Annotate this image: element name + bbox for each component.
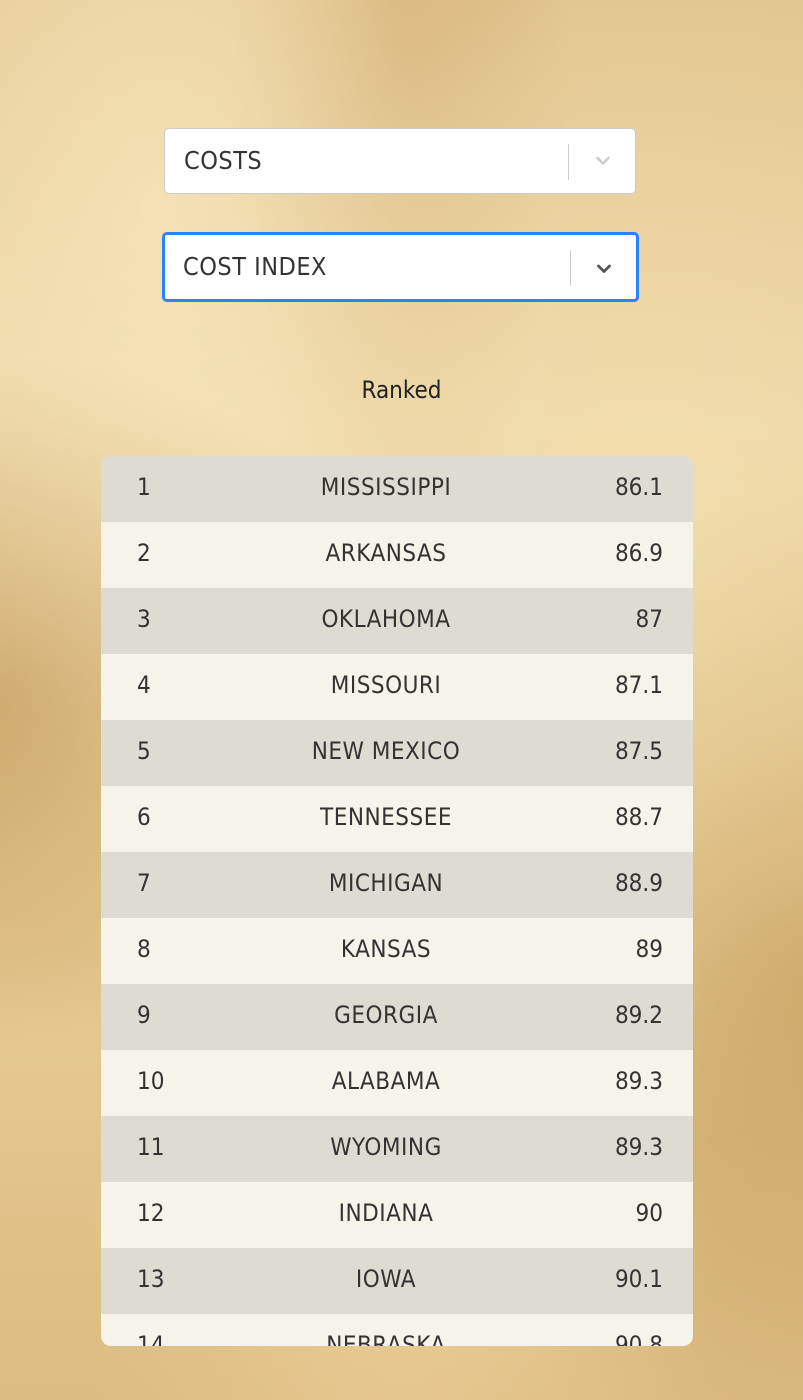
value-cell: 90.1: [614, 1265, 663, 1293]
table-row: 5 NEW MEXICO 87.5: [101, 720, 693, 786]
rank-cell: 14: [137, 1331, 165, 1346]
metric-select-separator: [570, 250, 571, 286]
value-cell: 87.1: [614, 671, 663, 699]
table-row: 14 NEBRASKA 90.8: [101, 1314, 693, 1346]
value-cell: 90: [635, 1199, 663, 1227]
rank-cell: 3: [137, 605, 151, 633]
table-row: 7 MICHIGAN 88.9: [101, 852, 693, 918]
state-cell: INDIANA: [338, 1199, 434, 1227]
state-cell: NEW MEXICO: [311, 737, 461, 765]
state-cell: MISSOURI: [330, 671, 442, 699]
value-cell: 89.3: [614, 1067, 663, 1095]
value-cell: 86.9: [614, 539, 663, 567]
state-cell: KANSAS: [340, 935, 432, 963]
value-cell: 89.3: [614, 1133, 663, 1161]
rank-cell: 2: [137, 539, 151, 567]
state-cell: OKLAHOMA: [321, 605, 451, 633]
state-cell: ALABAMA: [331, 1067, 441, 1095]
rank-cell: 12: [137, 1199, 165, 1227]
state-cell: ARKANSAS: [325, 539, 447, 567]
category-select-separator: [568, 144, 569, 180]
value-cell: 88.7: [614, 803, 663, 831]
rank-cell: 7: [137, 869, 151, 897]
rank-cell: 9: [137, 1001, 151, 1029]
table-row: 11 WYOMING 89.3: [101, 1116, 693, 1182]
category-select[interactable]: COSTS: [164, 128, 636, 194]
state-cell: GEORGIA: [334, 1001, 438, 1029]
state-cell: WYOMING: [330, 1133, 442, 1161]
rank-cell: 10: [137, 1067, 165, 1095]
category-select-value: COSTS: [184, 146, 263, 175]
metric-select[interactable]: COST INDEX: [162, 232, 639, 302]
table-row: 6 TENNESSEE 88.7: [101, 786, 693, 852]
table-row: 9 GEORGIA 89.2: [101, 984, 693, 1050]
value-cell: 89: [635, 935, 663, 963]
rank-cell: 13: [137, 1265, 165, 1293]
ranking-table[interactable]: 1 MISSISSIPPI 86.1 2 ARKANSAS 86.9 3 OKLAHOMA 87…: [101, 456, 693, 1346]
state-cell: MICHIGAN: [328, 869, 444, 897]
rank-cell: 5: [137, 737, 151, 765]
table-row: 3 OKLAHOMA 87: [101, 588, 693, 654]
table-row: 12 INDIANA 90: [101, 1182, 693, 1248]
state-cell: TENNESSEE: [320, 803, 452, 831]
rank-cell: 6: [137, 803, 151, 831]
value-cell: 89.2: [614, 1001, 663, 1029]
chevron-down-icon[interactable]: [591, 151, 615, 171]
table-row: 10 ALABAMA 89.3: [101, 1050, 693, 1116]
state-cell: NEBRASKA: [326, 1331, 446, 1346]
rank-cell: 1: [137, 473, 151, 501]
table-row: 2 ARKANSAS 86.9: [101, 522, 693, 588]
rank-cell: 4: [137, 671, 151, 699]
state-cell: MISSISSIPPI: [320, 473, 452, 501]
metric-select-value: COST INDEX: [183, 252, 327, 281]
chevron-down-icon[interactable]: [592, 259, 616, 279]
table-row: 4 MISSOURI 87.1: [101, 654, 693, 720]
state-cell: IOWA: [355, 1265, 417, 1293]
rank-cell: 11: [137, 1133, 165, 1161]
value-cell: 87.5: [614, 737, 663, 765]
value-cell: 90.8: [614, 1331, 663, 1346]
rank-cell: 8: [137, 935, 151, 963]
table-row: 13 IOWA 90.1: [101, 1248, 693, 1314]
table-title: Ranked: [361, 376, 442, 404]
value-cell: 86.1: [614, 473, 663, 501]
value-cell: 87: [635, 605, 663, 633]
table-row: 1 MISSISSIPPI 86.1: [101, 456, 693, 522]
value-cell: 88.9: [614, 869, 663, 897]
table-row: 8 KANSAS 89: [101, 918, 693, 984]
